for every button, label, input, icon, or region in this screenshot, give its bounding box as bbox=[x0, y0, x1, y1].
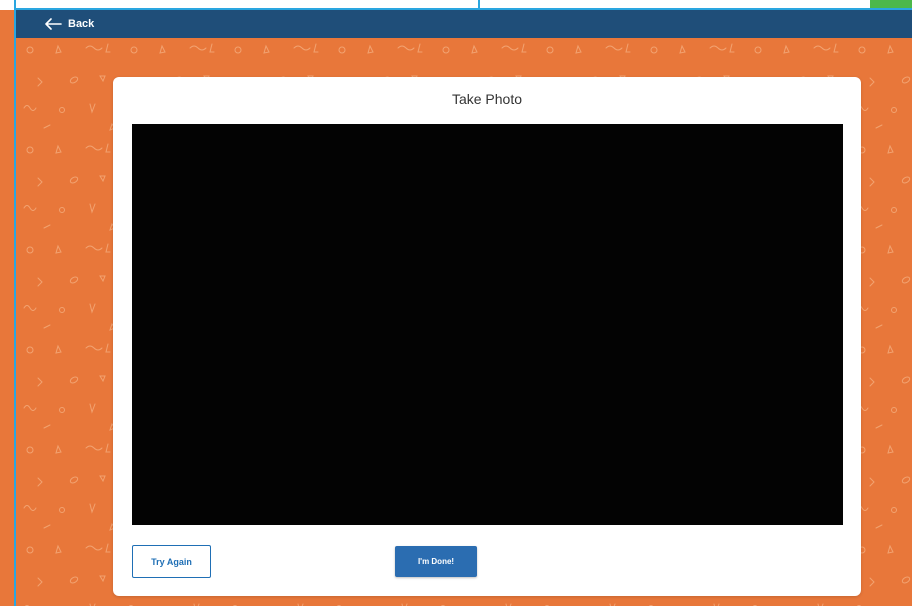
app-window: Back Take Photo Try Again I'm Done! bbox=[0, 0, 912, 606]
back-label: Back bbox=[68, 18, 95, 30]
window-border-notch bbox=[478, 0, 480, 10]
corner-accent bbox=[870, 0, 912, 8]
photo-card: Take Photo Try Again I'm Done! bbox=[113, 77, 861, 596]
card-title: Take Photo bbox=[451, 91, 523, 107]
try-again-button[interactable]: Try Again bbox=[132, 545, 211, 578]
top-nav-bar: Back bbox=[16, 10, 912, 38]
camera-preview bbox=[132, 124, 843, 525]
left-gutter bbox=[0, 10, 14, 606]
back-button[interactable]: Back bbox=[44, 18, 94, 30]
arrow-left-icon bbox=[44, 18, 62, 30]
done-button[interactable]: I'm Done! bbox=[395, 546, 477, 577]
